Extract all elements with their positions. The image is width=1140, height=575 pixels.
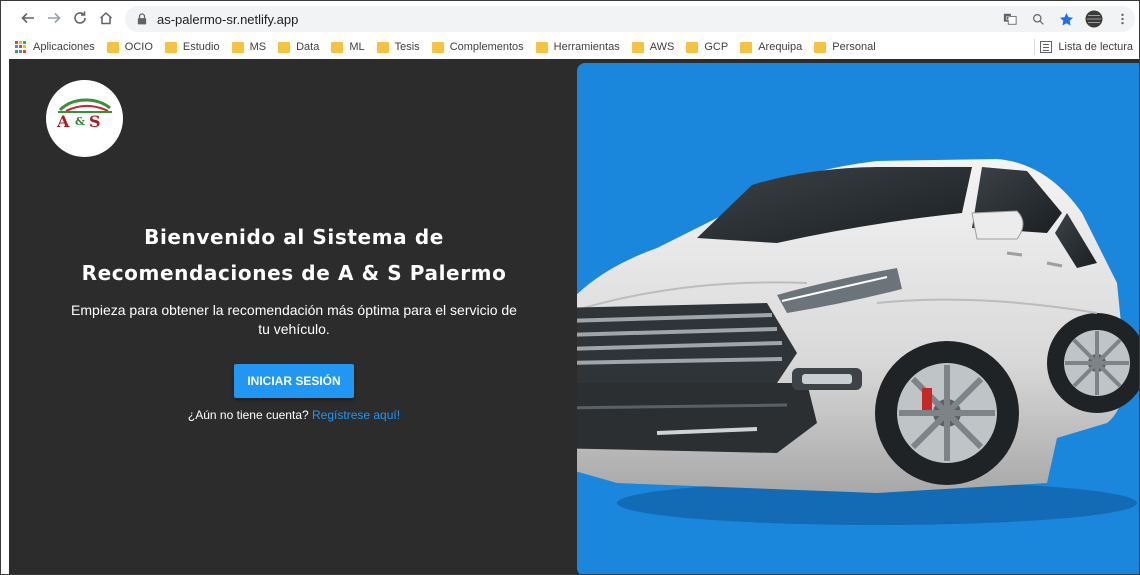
- bookmark-label: Arequipa: [758, 41, 803, 53]
- bookmark-label: Herramientas: [553, 41, 620, 53]
- bookmark-folder[interactable]: AWS: [631, 41, 675, 53]
- bookmark-folder[interactable]: Tesis: [376, 41, 420, 53]
- bookmark-folder[interactable]: Estudio: [164, 41, 220, 53]
- bookmarks-bar: Aplicaciones OCIO Estudio MS Data ML Tes…: [1, 35, 1139, 59]
- bookmark-folder[interactable]: Complementos: [431, 41, 524, 53]
- subtitle-line: tu vehículo.: [258, 321, 330, 337]
- forward-icon[interactable]: [41, 5, 67, 31]
- translate-icon[interactable]: G: [1001, 10, 1019, 28]
- brand-logo: A & S: [46, 80, 123, 157]
- bookmark-label: ML: [349, 41, 365, 53]
- folder-icon: [231, 41, 244, 53]
- reading-list-button[interactable]: Lista de lectura: [1040, 35, 1133, 59]
- bookmark-label: Tesis: [394, 41, 420, 53]
- no-account-text: ¿Aún no tiene cuenta?: [187, 408, 309, 422]
- bookmark-folder[interactable]: Data: [278, 41, 319, 53]
- reading-list-label: Lista de lectura: [1058, 41, 1133, 53]
- title-line: Bienvenido al Sistema de: [144, 225, 444, 249]
- bookmark-label: Estudio: [182, 41, 220, 53]
- svg-text:S: S: [89, 112, 101, 131]
- bookmark-label: Data: [296, 41, 320, 53]
- svg-text:&: &: [75, 115, 85, 128]
- folder-icon: [686, 41, 699, 53]
- subtitle: Empieza para obtener la recomendación má…: [69, 301, 519, 339]
- bookmark-label: Complementos: [449, 41, 524, 53]
- folder-icon: [164, 41, 177, 53]
- lock-icon[interactable]: [135, 12, 149, 26]
- bookmark-folder[interactable]: GCP: [686, 41, 728, 53]
- url-text[interactable]: as-palermo-sr.netlify.app: [157, 12, 298, 27]
- car-logo-icon: A & S: [56, 98, 112, 131]
- magnifier-icon[interactable]: [1029, 10, 1047, 28]
- home-icon[interactable]: [93, 5, 119, 31]
- title-line: Recomendaciones de A & S Palermo: [81, 261, 507, 285]
- folder-icon: [814, 41, 827, 53]
- browser-toolbar: as-palermo-sr.netlify.app G: [1, 1, 1139, 35]
- folder-icon: [740, 41, 753, 53]
- bookmark-label: GCP: [704, 41, 729, 53]
- register-prompt: ¿Aún no tiene cuenta? Regístrese aquí!: [69, 408, 519, 422]
- avatar-icon[interactable]: [1085, 10, 1103, 28]
- folder-icon: [631, 41, 644, 53]
- bookmark-label: OCIO: [124, 41, 153, 53]
- folder-icon: [278, 41, 291, 53]
- bookmark-apps[interactable]: Aplicaciones: [15, 41, 95, 53]
- divider: [1034, 39, 1035, 55]
- svg-text:G: G: [1006, 16, 1010, 22]
- star-icon[interactable]: [1057, 10, 1075, 28]
- login-button[interactable]: INICIAR SESIÓN: [234, 364, 354, 398]
- browser-window: as-palermo-sr.netlify.app G Aplicaciones…: [0, 0, 1140, 575]
- folder-icon: [331, 41, 344, 53]
- register-link[interactable]: Regístrese aquí!: [312, 408, 400, 422]
- bookmark-folder[interactable]: Personal: [814, 41, 876, 53]
- folder-icon: [431, 41, 444, 53]
- suv-car-image: [577, 159, 1139, 525]
- bookmark-label: Personal: [832, 41, 876, 53]
- folder-icon: [535, 41, 548, 53]
- svg-text:A: A: [56, 112, 70, 131]
- apps-grid-icon: [15, 41, 27, 53]
- kebab-menu-icon[interactable]: [1113, 10, 1131, 28]
- subtitle-line: Empieza para obtener la recomendación má…: [71, 302, 517, 318]
- hero-image-panel: [577, 63, 1139, 574]
- landing-page: A & S Bienvenido al Sistema de Recomenda…: [9, 59, 1139, 574]
- bookmark-folder[interactable]: MS: [231, 41, 267, 53]
- page-title: Bienvenido al Sistema de Recomendaciones…: [69, 219, 519, 291]
- bookmark-folder[interactable]: OCIO: [106, 41, 153, 53]
- bookmark-folder[interactable]: Herramientas: [535, 41, 620, 53]
- reading-list-icon: [1040, 41, 1053, 53]
- bookmark-folder[interactable]: Arequipa: [740, 41, 802, 53]
- address-bar[interactable]: as-palermo-sr.netlify.app G: [125, 6, 1135, 32]
- bookmark-label: AWS: [649, 41, 675, 53]
- back-icon[interactable]: [15, 5, 41, 31]
- bookmark-folder[interactable]: ML: [331, 41, 365, 53]
- reload-icon[interactable]: [67, 5, 93, 31]
- bookmark-label: Aplicaciones: [33, 41, 95, 53]
- bookmark-label: MS: [249, 41, 267, 53]
- folder-icon: [106, 41, 119, 53]
- folder-icon: [376, 41, 389, 53]
